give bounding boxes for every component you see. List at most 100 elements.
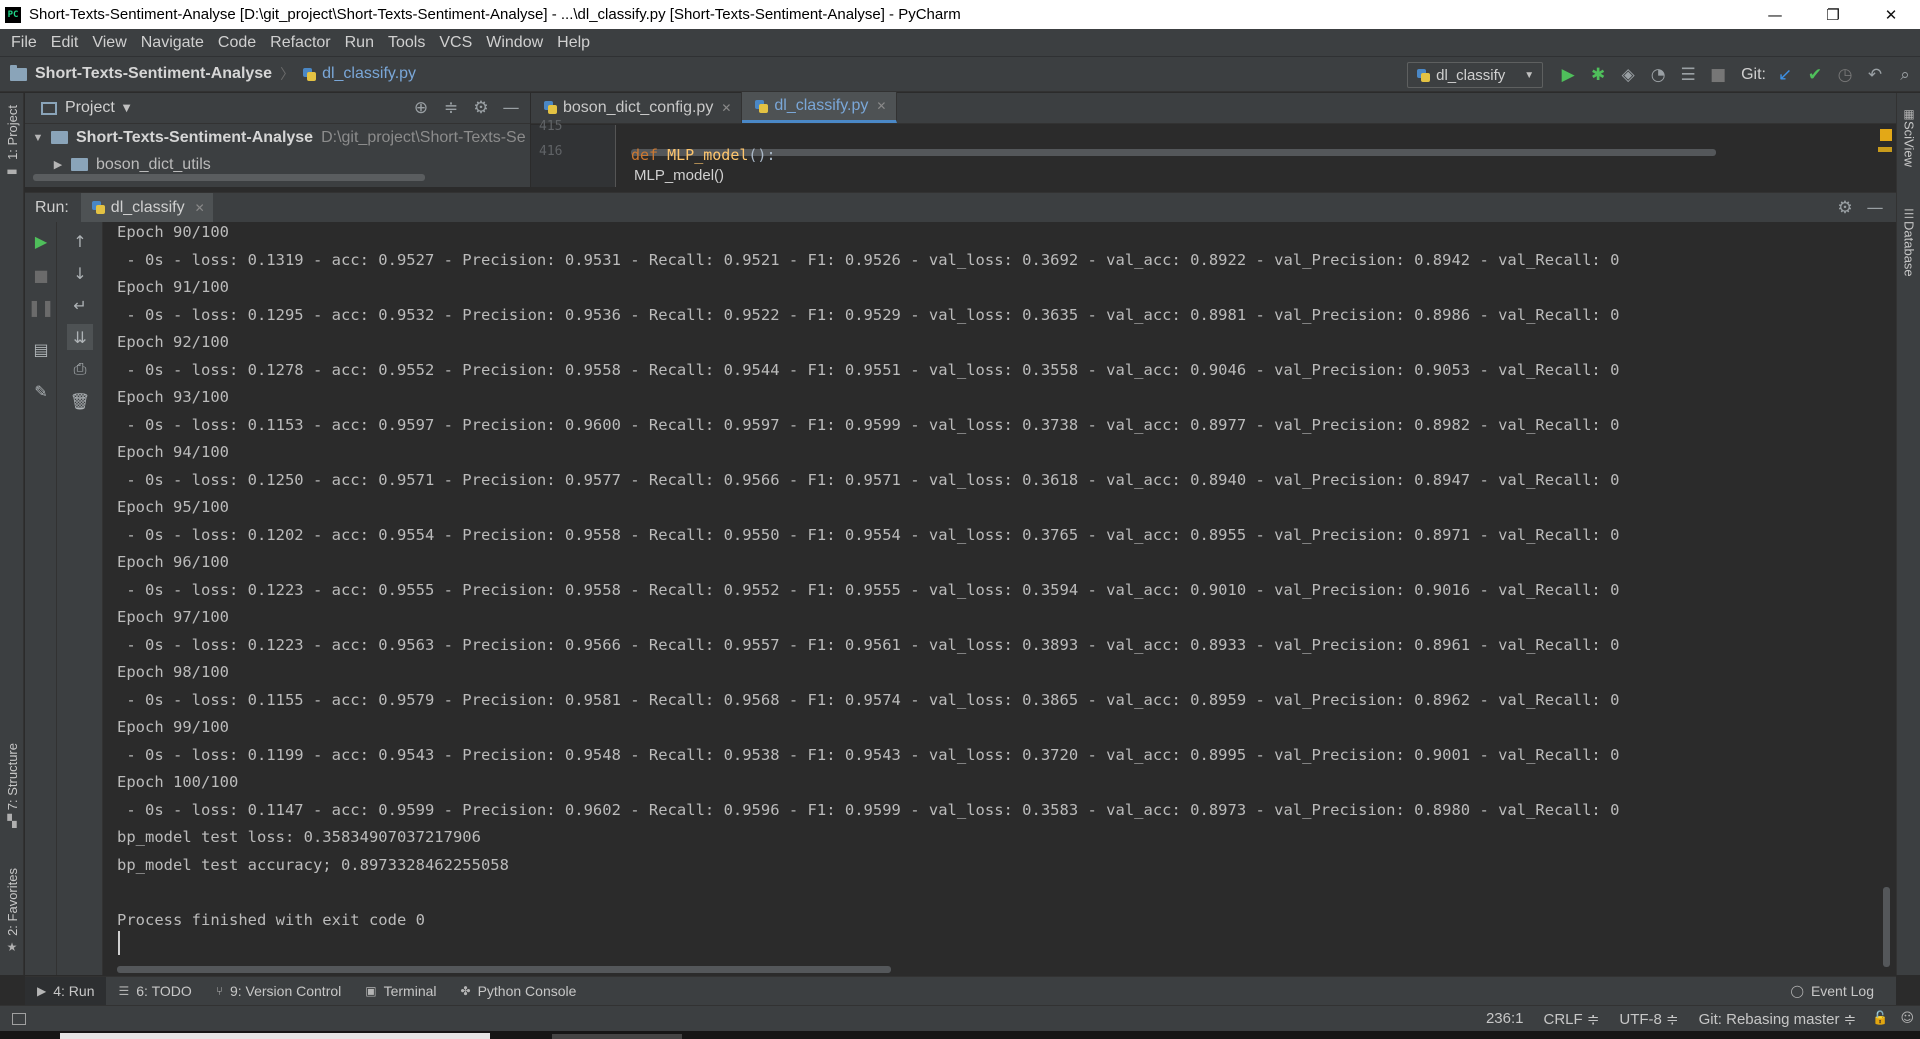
- close-icon[interactable]: ✕: [721, 101, 731, 115]
- soft-wrap-icon[interactable]: ↵: [67, 292, 93, 318]
- editor-breadcrumb[interactable]: MLP_model(): [634, 167, 724, 184]
- tab-version-control[interactable]: ⑂ 9: Version Control: [204, 977, 354, 1006]
- scroll-to-end-icon[interactable]: ⇊: [67, 324, 93, 350]
- minimize-button[interactable]: —: [1746, 0, 1804, 29]
- git-history-icon[interactable]: ◷: [1830, 60, 1860, 90]
- tree-item-root[interactable]: ▼ Short-Texts-Sentiment-Analyse D:\git_p…: [25, 124, 530, 151]
- console-vertical-scrollbar[interactable]: [1883, 887, 1890, 967]
- menu-tools[interactable]: Tools: [381, 34, 432, 52]
- file-encoding[interactable]: UTF-8 ≑: [1619, 1010, 1678, 1028]
- rerun-icon[interactable]: ▶: [28, 228, 54, 254]
- tab-todo[interactable]: ☰ 6: TODO: [106, 977, 203, 1006]
- git-branch-status[interactable]: Git: Rebasing master ≑: [1699, 1010, 1857, 1028]
- collapse-all-icon[interactable]: ≑: [436, 93, 466, 123]
- tab-dl-classify[interactable]: dl_classify.py ✕: [742, 92, 898, 123]
- code-editor[interactable]: 415 416 def MLP_model(): MLP_model(): [531, 119, 1896, 187]
- hide-icon[interactable]: —: [1860, 193, 1890, 223]
- print-icon[interactable]: ⎙: [67, 356, 93, 382]
- hide-icon[interactable]: —: [496, 93, 526, 123]
- restore-button[interactable]: ❐: [1804, 0, 1862, 29]
- concurrency-icon[interactable]: ☰: [1673, 60, 1703, 90]
- pause-icon[interactable]: ❚❚: [28, 294, 55, 320]
- side-tab-database[interactable]: ☰ Database: [1897, 203, 1920, 277]
- menu-run[interactable]: Run: [338, 34, 381, 52]
- side-tab-project[interactable]: 1: Project ▬: [0, 105, 24, 178]
- editor-gutter: 415 416: [531, 119, 616, 187]
- line-separator[interactable]: CRLF ≑: [1543, 1010, 1599, 1028]
- expand-right-icon[interactable]: ▶: [51, 158, 65, 171]
- tab-terminal[interactable]: ▣ Terminal: [353, 977, 448, 1006]
- git-revert-icon[interactable]: ↶: [1860, 60, 1890, 90]
- console-line: - 0s - loss: 0.1223 - acc: 0.9555 - Prec…: [117, 580, 1620, 599]
- tab-run-label: 4: Run: [53, 983, 95, 999]
- menu-window[interactable]: Window: [479, 34, 550, 52]
- error-stripe-marker[interactable]: [1878, 147, 1892, 152]
- menu-refactor[interactable]: Refactor: [263, 34, 337, 52]
- toggle-tool-windows-icon[interactable]: [12, 1012, 26, 1025]
- project-view-icon: [41, 101, 57, 115]
- inspector-icon[interactable]: ☺: [1900, 1011, 1914, 1026]
- tree-item-label: boson_dict_utils: [96, 155, 211, 173]
- debug-icon[interactable]: ✱: [1583, 60, 1613, 90]
- close-window-button[interactable]: ✕: [1862, 0, 1920, 29]
- run-console[interactable]: Epoch 90/100 - 0s - loss: 0.1319 - acc: …: [103, 222, 1896, 975]
- close-icon[interactable]: ✕: [195, 201, 205, 215]
- taskbar-item[interactable]: [552, 1034, 682, 1039]
- git-label: Git:: [1741, 66, 1766, 83]
- tab-boson-dict-config[interactable]: boson_dict_config.py ✕: [531, 92, 743, 123]
- side-tab-structure-label: 7: Structure: [4, 743, 20, 811]
- code-function-name: MLP_model: [667, 146, 749, 164]
- git-update-icon[interactable]: ↙: [1770, 60, 1800, 90]
- tab-version-control-label: 9: Version Control: [229, 983, 342, 999]
- trash-icon[interactable]: 🗑: [67, 388, 93, 414]
- editor-horizontal-scrollbar[interactable]: [631, 149, 1716, 156]
- menu-edit[interactable]: Edit: [44, 34, 86, 52]
- menu-view[interactable]: View: [85, 34, 133, 52]
- menu-vcs[interactable]: VCS: [432, 34, 479, 52]
- layout-icon[interactable]: ▤: [28, 336, 54, 362]
- menu-navigate[interactable]: Navigate: [134, 34, 211, 52]
- coverage-icon[interactable]: ◈: [1613, 60, 1643, 90]
- tab-python-console[interactable]: ✤ Python Console: [449, 977, 589, 1006]
- git-commit-icon[interactable]: ✔: [1800, 60, 1830, 90]
- tab-run[interactable]: ▶ 4: Run: [25, 976, 107, 1006]
- expand-down-icon[interactable]: ▼: [31, 132, 45, 144]
- close-icon[interactable]: ✕: [876, 99, 886, 113]
- breadcrumb-project[interactable]: Short-Texts-Sentiment-Analyse: [35, 65, 272, 83]
- run-configuration-select[interactable]: dl_classify ▼: [1407, 62, 1544, 88]
- stop-icon[interactable]: ■: [1703, 60, 1733, 90]
- menu-code[interactable]: Code: [211, 34, 263, 52]
- profile-icon[interactable]: ◔: [1643, 60, 1673, 90]
- warning-marker-icon[interactable]: [1880, 129, 1892, 141]
- arrow-up-icon[interactable]: ↑: [67, 228, 93, 254]
- stop-icon[interactable]: ■: [28, 262, 54, 288]
- folder-icon: [51, 131, 68, 144]
- lock-icon[interactable]: 🔓: [1872, 1011, 1888, 1026]
- search-icon[interactable]: ⌕: [1890, 60, 1920, 90]
- menu-help[interactable]: Help: [550, 34, 597, 52]
- tab-event-log[interactable]: ◯ Event Log: [1779, 977, 1887, 1006]
- console-horizontal-scrollbar[interactable]: [117, 966, 891, 973]
- arrow-down-icon[interactable]: ↓: [67, 260, 93, 286]
- tab-event-log-label: Event Log: [1810, 983, 1874, 999]
- run-tab-dl-classify[interactable]: dl_classify ✕: [80, 192, 213, 223]
- run-icon[interactable]: ▶: [1553, 60, 1583, 90]
- project-horizontal-scrollbar[interactable]: [33, 174, 425, 181]
- breadcrumb-file[interactable]: dl_classify.py: [302, 65, 416, 83]
- side-tab-favorites-label: 2: Favorites: [4, 868, 20, 936]
- caret-position[interactable]: 236:1: [1486, 1010, 1524, 1027]
- side-tab-favorites[interactable]: 2: Favorites ★: [0, 868, 24, 954]
- left-tool-stripe: 1: Project ▬ 7: Structure ▚ 2: Favorites…: [0, 93, 24, 975]
- chevron-down-icon[interactable]: ▼: [123, 103, 131, 114]
- menu-file[interactable]: File: [4, 34, 44, 52]
- run-icon: ▶: [37, 984, 47, 998]
- project-panel-title[interactable]: Project: [65, 99, 115, 117]
- status-bar: 236:1 CRLF ≑ UTF-8 ≑ Git: Rebasing maste…: [0, 1005, 1920, 1031]
- gear-icon[interactable]: ⚙: [466, 93, 496, 123]
- taskbar-item[interactable]: [60, 1033, 490, 1039]
- pin-icon[interactable]: ✎: [28, 378, 54, 404]
- locate-icon[interactable]: ⊕: [406, 93, 436, 123]
- side-tab-sciview[interactable]: ▦ SciView: [1897, 103, 1920, 167]
- side-tab-structure[interactable]: 7: Structure ▚: [0, 743, 24, 828]
- gear-icon[interactable]: ⚙: [1830, 193, 1860, 223]
